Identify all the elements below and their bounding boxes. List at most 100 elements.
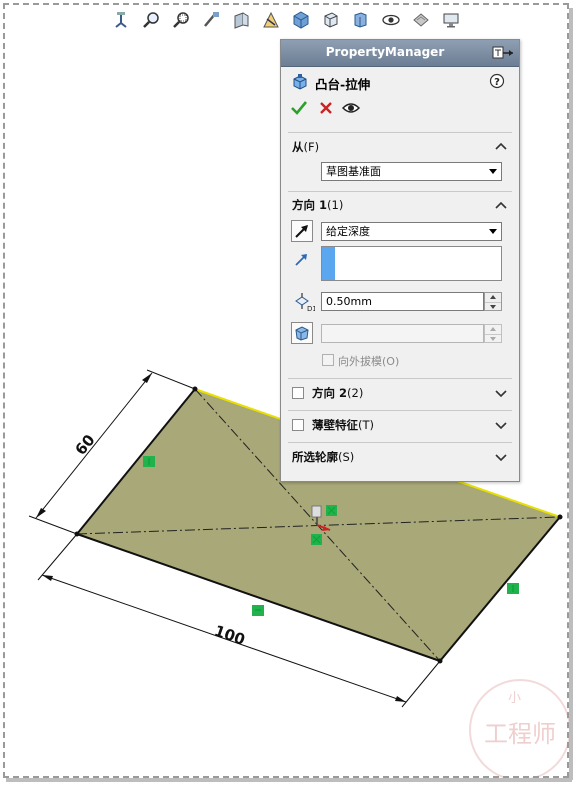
zoom-to-fit-button[interactable] — [138, 8, 164, 32]
dimension-text-60[interactable]: 60 — [72, 431, 99, 459]
divider — [288, 442, 512, 443]
direction2-section-label: 方向 2 — [312, 386, 348, 400]
reverse-direction-button[interactable] — [291, 220, 313, 242]
watermark-logo: 小 工程师 — [469, 679, 571, 781]
help-icon[interactable]: ? — [489, 73, 505, 89]
direction1-section-label: 方向 1 — [292, 198, 328, 212]
thin-feature-section-label: 薄壁特征 — [312, 418, 358, 432]
cancel-x-icon[interactable] — [317, 99, 335, 117]
zoom-to-fit-icon — [143, 12, 159, 28]
view-orientation-button[interactable] — [108, 8, 134, 32]
dimension-extension-line — [37, 533, 78, 581]
direction2-checkbox[interactable] — [292, 387, 304, 399]
dimension-arrowhead — [36, 508, 46, 518]
vertical-relation-icon[interactable] — [507, 583, 519, 594]
dimension-text-100[interactable]: 100 — [212, 622, 247, 649]
display-style-button[interactable] — [288, 8, 314, 32]
previous-view-button[interactable] — [198, 8, 224, 32]
property-manager-title: PropertyManager — [325, 45, 445, 59]
thin-feature-section-title[interactable]: 薄壁特征(T) — [312, 417, 374, 433]
draft-angle-input[interactable] — [321, 324, 484, 343]
action-buttons-row — [281, 95, 519, 121]
preview-eye-icon[interactable] — [342, 99, 360, 117]
spin-up-button[interactable] — [485, 325, 501, 333]
edit-appearance-button[interactable] — [378, 8, 404, 32]
direction-selection-box[interactable] — [321, 246, 502, 281]
view-settings-button[interactable] — [438, 8, 464, 32]
spin-up-icon — [490, 295, 496, 299]
dimension-extension-line — [401, 660, 441, 708]
sketch-vertex[interactable] — [557, 514, 563, 520]
dimension-arrowhead — [142, 373, 152, 383]
spin-down-button[interactable] — [485, 302, 501, 311]
view-type-icon — [324, 12, 338, 28]
midpoint-relation-icon[interactable] — [326, 505, 337, 516]
divider — [288, 191, 512, 192]
hide-show-button[interactable] — [348, 8, 374, 32]
chevron-down-icon[interactable] — [495, 390, 507, 398]
apply-scene-button[interactable] — [408, 8, 434, 32]
property-manager-header: PropertyManager — [281, 40, 519, 67]
draft-outward-checkbox[interactable] — [322, 354, 334, 366]
draft-toggle-button[interactable] — [291, 322, 313, 344]
draft-icon — [295, 326, 309, 341]
screenshot-frame: 60 100 PropertyManager 凸台-拉伸 ? 从(F) 草图基准… — [0, 0, 576, 785]
ok-check-icon[interactable] — [290, 99, 308, 117]
view-settings-icon — [443, 13, 459, 28]
section-view-icon — [234, 12, 249, 29]
direction1-section-title[interactable]: 方向 1(1) — [292, 197, 343, 213]
spin-down-icon — [490, 305, 496, 309]
svg-text:?: ? — [494, 77, 500, 88]
dimension-extension-line — [28, 515, 78, 535]
dynamic-annotation-icon — [263, 11, 279, 28]
from-dropdown-value: 草图基准面 — [326, 165, 381, 178]
view-type-button[interactable] — [318, 8, 344, 32]
frame-shadow — [6, 778, 572, 782]
frame-shadow — [569, 8, 573, 780]
selection-focus-bar — [322, 247, 335, 280]
previous-view-icon — [204, 12, 219, 27]
watermark-main-text: 工程师 — [484, 720, 556, 748]
divider — [288, 410, 512, 411]
heads-up-view-toolbar — [108, 6, 464, 34]
from-section-title[interactable]: 从(F) — [292, 139, 319, 155]
section-view-button[interactable] — [228, 8, 254, 32]
selected-contours-section-shortcut: (S) — [338, 450, 355, 464]
feature-title: 凸台-拉伸 — [315, 77, 371, 92]
dimension-arrowhead — [395, 696, 406, 702]
dynamic-annotation-button[interactable] — [258, 8, 284, 32]
direction2-section-title[interactable]: 方向 2(2) — [312, 385, 363, 401]
midpoint-relation-icon[interactable] — [311, 534, 322, 545]
depth-input[interactable]: 0.50mm — [321, 292, 484, 311]
dropdown-arrow-icon — [489, 229, 497, 234]
draft-angle-spinner[interactable] — [484, 324, 502, 343]
zoom-area-button[interactable] — [168, 8, 194, 32]
depth-spinner[interactable] — [484, 292, 502, 311]
chevron-up-icon[interactable] — [495, 201, 507, 209]
chevron-up-icon[interactable] — [495, 142, 507, 150]
boss-extrude-icon — [293, 74, 307, 90]
spin-up-icon — [490, 327, 496, 331]
chevron-down-icon[interactable] — [495, 422, 507, 430]
thin-feature-checkbox[interactable] — [292, 419, 304, 431]
chevron-down-icon[interactable] — [495, 454, 507, 462]
end-condition-value: 给定深度 — [326, 225, 370, 238]
spin-down-button[interactable] — [485, 334, 501, 343]
thin-feature-section-shortcut: (T) — [358, 418, 374, 432]
divider — [288, 378, 512, 379]
vertical-relation-icon[interactable] — [143, 456, 155, 467]
depth-icon: D1 — [295, 293, 315, 313]
horizontal-relation-icon[interactable] — [252, 605, 264, 616]
direction1-section-shortcut: (1) — [327, 198, 344, 212]
pin-icon[interactable] — [491, 45, 515, 61]
end-condition-dropdown[interactable]: 给定深度 — [321, 222, 502, 241]
apply-scene-icon — [413, 13, 429, 27]
depth-value: 0.50mm — [326, 295, 372, 308]
draft-outward-label: 向外拔模(O) — [338, 355, 400, 368]
dimension-extension-line — [146, 369, 196, 390]
spin-up-button[interactable] — [485, 293, 501, 301]
from-dropdown[interactable]: 草图基准面 — [321, 162, 502, 181]
view-orientation-icon — [115, 12, 127, 28]
divider — [288, 132, 512, 133]
selected-contours-section-title[interactable]: 所选轮廓(S) — [292, 449, 354, 465]
